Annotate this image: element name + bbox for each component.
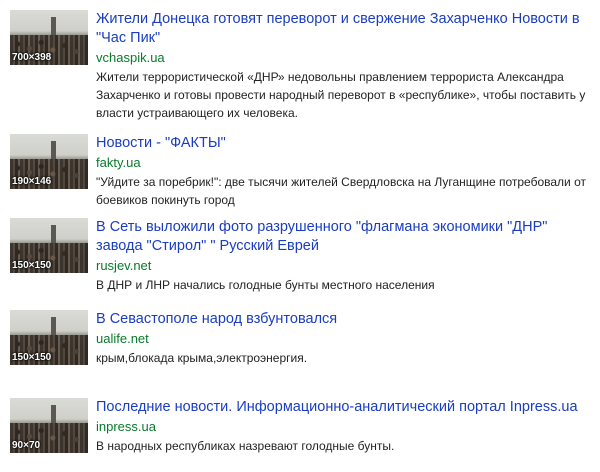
result-item: 90×70 Последние новости. Информационно-а… [0,398,600,455]
result-title-link[interactable]: В Сеть выложили фото разрушенного "флагм… [96,218,591,256]
result-snippet: В народных республиках назревают голодны… [96,439,395,453]
image-size-label: 700×398 [12,52,52,63]
result-body: В Сеть выложили фото разрушенного "флагм… [96,218,591,294]
result-title-link[interactable]: В Севастополе народ взбунтовался [96,310,591,329]
image-size-label: 150×150 [12,260,52,271]
result-domain: rusjev.net [96,258,152,273]
result-title-link[interactable]: Последние новости. Информационно-аналити… [96,398,591,417]
result-domain: ualife.net [96,331,149,346]
result-thumbnail[interactable]: 90×70 [10,398,88,453]
result-snippet: "Уйдите за поребрик!": две тысячи жителе… [96,175,587,207]
result-title-link[interactable]: Новости - "ФАКТЫ" [96,134,591,153]
result-item: 150×150 В Сеть выложили фото разрушенног… [0,218,600,294]
result-body: Жители Донецка готовят переворот и сверж… [96,10,591,122]
result-domain: vchaspik.ua [96,50,165,65]
result-snippet: В ДНР и ЛНР начались голодные бунты мест… [96,278,435,292]
result-snippet: Жители террористической «ДНР» недовольны… [96,70,586,120]
result-thumbnail[interactable]: 150×150 [10,218,88,273]
result-body: Новости - "ФАКТЫ" fakty.ua "Уйдите за по… [96,134,591,209]
image-size-label: 190×146 [12,176,52,187]
result-body: В Севастополе народ взбунтовался ualife.… [96,310,591,367]
result-title-link[interactable]: Жители Донецка готовят переворот и сверж… [96,10,591,48]
image-size-label: 150×150 [12,352,52,363]
result-item: 190×146 Новости - "ФАКТЫ" fakty.ua "Уйди… [0,134,600,209]
result-item: 700×398 Жители Донецка готовят переворот… [0,10,600,122]
result-thumbnail[interactable]: 700×398 [10,10,88,65]
result-domain: inpress.ua [96,419,156,434]
image-search-results: 700×398 Жители Донецка готовят переворот… [0,0,600,472]
image-size-label: 90×70 [12,440,41,451]
result-snippet: крым,блокада крыма,электроэнергия. [96,351,308,365]
result-item: 150×150 В Севастополе народ взбунтовался… [0,310,600,367]
result-body: Последние новости. Информационно-аналити… [96,398,591,455]
result-thumbnail[interactable]: 150×150 [10,310,88,365]
result-thumbnail[interactable]: 190×146 [10,134,88,189]
result-domain: fakty.ua [96,155,141,170]
